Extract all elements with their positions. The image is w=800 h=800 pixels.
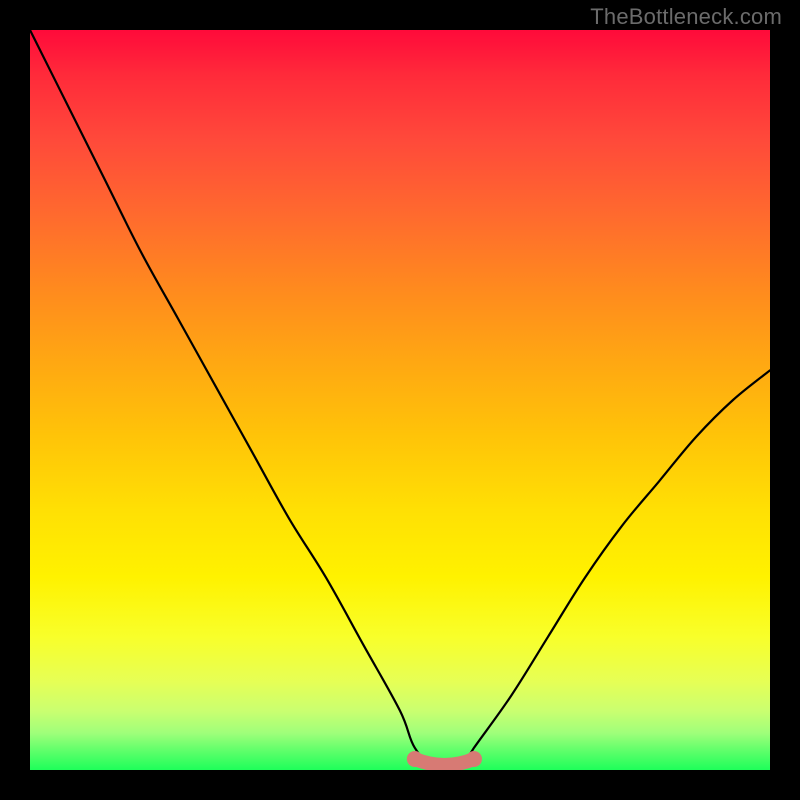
chart-overlay xyxy=(30,30,770,770)
optimal-band-endcap-right xyxy=(466,751,482,767)
attribution-text: TheBottleneck.com xyxy=(590,4,782,30)
optimal-band xyxy=(415,759,474,765)
plot-area xyxy=(30,30,770,770)
optimal-band-endcap-left xyxy=(407,751,423,767)
bottleneck-curve xyxy=(30,30,770,770)
chart-frame: TheBottleneck.com xyxy=(0,0,800,800)
